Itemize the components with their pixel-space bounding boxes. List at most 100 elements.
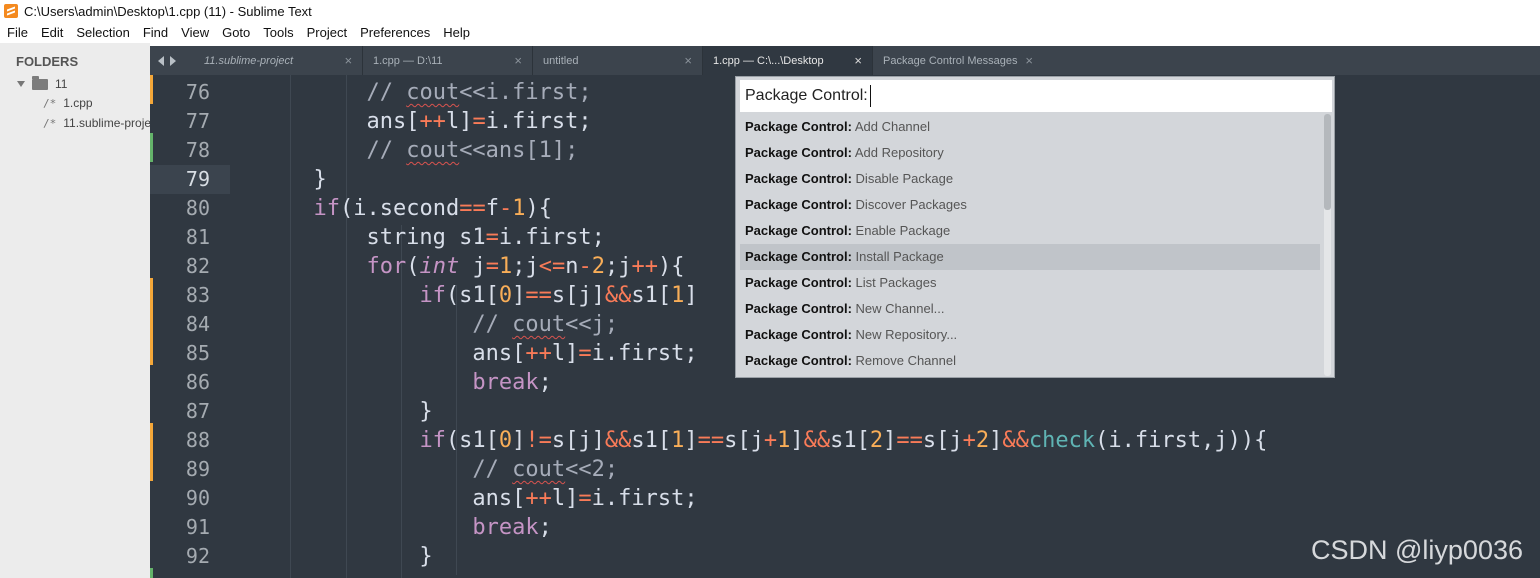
line-number: 82: [185, 254, 210, 278]
menu-goto[interactable]: Goto: [215, 25, 256, 40]
menu-view[interactable]: View: [174, 25, 215, 40]
palette-item-discover-packages[interactable]: Package Control: Discover Packages: [740, 192, 1320, 218]
chevron-down-icon[interactable]: [17, 81, 25, 87]
palette-item-prefix: Package Control:: [745, 301, 852, 316]
arrow-left-icon[interactable]: [158, 56, 164, 66]
code-line-84: // cout<<j;: [472, 312, 619, 337]
palette-scrollbar-thumb[interactable]: [1324, 114, 1331, 210]
command-palette: Package Control: Package Control: Add Ch…: [735, 76, 1335, 378]
menu-tools[interactable]: Tools: [256, 25, 299, 40]
tab-navigation: [158, 53, 188, 67]
close-icon[interactable]: ×: [344, 53, 352, 68]
code-line-90: ans[++l]=i.first;: [234, 486, 698, 511]
palette-item-new-channel[interactable]: Package Control: New Channel...: [740, 296, 1320, 322]
tab-label: 1.cpp — C:\...\Desktop: [713, 54, 824, 67]
window-title: C:\Users\admin\Desktop\1.cpp (11) - Subl…: [24, 3, 312, 19]
line-number: 81: [185, 225, 210, 249]
palette-item-prefix: Package Control:: [745, 327, 852, 342]
tab-label: 1.cpp — D:\11: [373, 54, 443, 67]
palette-item-list-packages[interactable]: Package Control: List Packages: [740, 270, 1320, 296]
tab-1-cpp-d[interactable]: 1.cpp — D:\11 ×: [363, 46, 533, 75]
menu-edit[interactable]: Edit: [34, 25, 69, 40]
watermark: CSDN @liyp0036: [1311, 535, 1523, 565]
line-number: 80: [185, 196, 210, 220]
palette-item-enable-package[interactable]: Package Control: Enable Package: [740, 218, 1320, 244]
close-icon[interactable]: ×: [854, 53, 862, 68]
text-cursor: [869, 85, 871, 107]
tab-label: 11.sublime-project: [204, 54, 294, 67]
palette-item-prefix: Package Control:: [745, 171, 852, 186]
tab-label: Package Control Messages: [883, 54, 1018, 67]
tab-1-cpp-desktop[interactable]: 1.cpp — C:\...\Desktop ×: [703, 46, 873, 75]
palette-item-prefix: Package Control:: [745, 249, 852, 264]
palette-item-prefix: Package Control:: [745, 197, 852, 212]
arrow-right-icon[interactable]: [170, 56, 176, 66]
command-palette-input[interactable]: Package Control:: [740, 80, 1332, 112]
line-number: 86: [185, 370, 210, 394]
tab-bar: 11.sublime-project × 1.cpp — D:\11 × unt…: [150, 46, 1540, 75]
palette-item-new-repository[interactable]: Package Control: New Repository...: [740, 322, 1320, 348]
file-label: 11.sublime-project: [63, 116, 150, 130]
tab-package-control-messages[interactable]: Package Control Messages ×: [873, 46, 1043, 75]
folder-label: 11: [55, 77, 68, 91]
palette-scrollbar[interactable]: [1324, 114, 1331, 376]
palette-item-label: Enable Package: [855, 223, 951, 238]
command-palette-results: Package Control: Add Channel Package Con…: [740, 114, 1320, 376]
close-icon[interactable]: ×: [514, 53, 522, 68]
line-number: 89: [185, 457, 210, 481]
menu-file[interactable]: File: [0, 25, 34, 40]
close-icon[interactable]: ×: [1025, 53, 1033, 68]
code-line-88: if(s1[0]!=s[j]&&s1[1]==s[j+1]&&s1[2]==s[…: [419, 428, 1268, 453]
line-number: 88: [185, 428, 210, 452]
line-number-gutter: 76 77 78 79 80 81 82 83 84 85 86 87 88 8…: [150, 75, 230, 578]
palette-item-disable-package[interactable]: Package Control: Disable Package: [740, 166, 1320, 192]
palette-item-label: New Channel...: [855, 301, 945, 316]
tab-sublime-project[interactable]: 11.sublime-project ×: [194, 46, 363, 75]
tab-untitled[interactable]: untitled ×: [533, 46, 703, 75]
folder-icon: [32, 75, 48, 90]
menu-project[interactable]: Project: [300, 25, 353, 40]
palette-item-label: Disable Package: [855, 171, 954, 186]
menu-help[interactable]: Help: [436, 25, 476, 40]
code-line-83: if(s1[0]==s[j]&&s1[1]: [419, 283, 698, 308]
palette-item-prefix: Package Control:: [745, 223, 852, 238]
code-line-82: for(int j=1;j<=n-2;j++){: [366, 254, 685, 279]
sidebar-file-sublime-project[interactable]: /* 11.sublime-project: [43, 116, 150, 130]
palette-item-prefix: Package Control:: [745, 353, 852, 368]
code-line-87: }: [234, 399, 433, 424]
menu-selection[interactable]: Selection: [69, 25, 135, 40]
sidebar-folder-11[interactable]: 11: [17, 75, 68, 91]
palette-item-add-repository[interactable]: Package Control: Add Repository: [740, 140, 1320, 166]
sidebar-file-1-cpp[interactable]: /* 1.cpp: [43, 96, 93, 110]
close-icon[interactable]: ×: [684, 53, 692, 68]
code-line-89: // cout<<2;: [472, 457, 619, 482]
line-number: 87: [185, 399, 210, 423]
command-palette-query: Package Control:: [745, 87, 868, 104]
code-line-92: }: [234, 544, 433, 569]
menu-find[interactable]: Find: [136, 25, 174, 40]
line-number: 91: [185, 515, 210, 539]
palette-item-install-package[interactable]: Package Control: Install Package: [740, 244, 1320, 270]
line-number: 77: [185, 109, 210, 133]
palette-item-prefix: Package Control:: [745, 119, 852, 134]
palette-item-label: New Repository...: [855, 327, 958, 342]
code-line-81: string s1=i.first;: [234, 225, 605, 250]
file-icon: /*: [43, 96, 57, 110]
file-icon: /*: [43, 116, 57, 130]
code-line-80: if(i.second==f-1){: [313, 196, 552, 221]
code-line-77: ans[++l]=i.first;: [234, 109, 592, 134]
tab-label: untitled: [543, 54, 579, 67]
line-number: 92: [185, 544, 210, 568]
palette-item-remove-channel[interactable]: Package Control: Remove Channel: [740, 348, 1320, 374]
line-number: 76: [185, 80, 210, 104]
menu-bar: File Edit Selection Find View Goto Tools…: [0, 22, 1540, 43]
menu-preferences[interactable]: Preferences: [353, 25, 436, 40]
palette-item-prefix: Package Control:: [745, 275, 852, 290]
folders-header: FOLDERS: [16, 54, 79, 69]
palette-item-add-channel[interactable]: Package Control: Add Channel: [740, 114, 1320, 140]
file-label: 1.cpp: [63, 96, 93, 110]
sidebar: FOLDERS 11 /* 1.cpp /* 11.sublime-projec…: [0, 43, 150, 578]
line-number: 83: [185, 283, 210, 307]
code-line-78: // cout<<ans[1];: [366, 138, 579, 163]
code-line-86: break;: [472, 370, 552, 395]
